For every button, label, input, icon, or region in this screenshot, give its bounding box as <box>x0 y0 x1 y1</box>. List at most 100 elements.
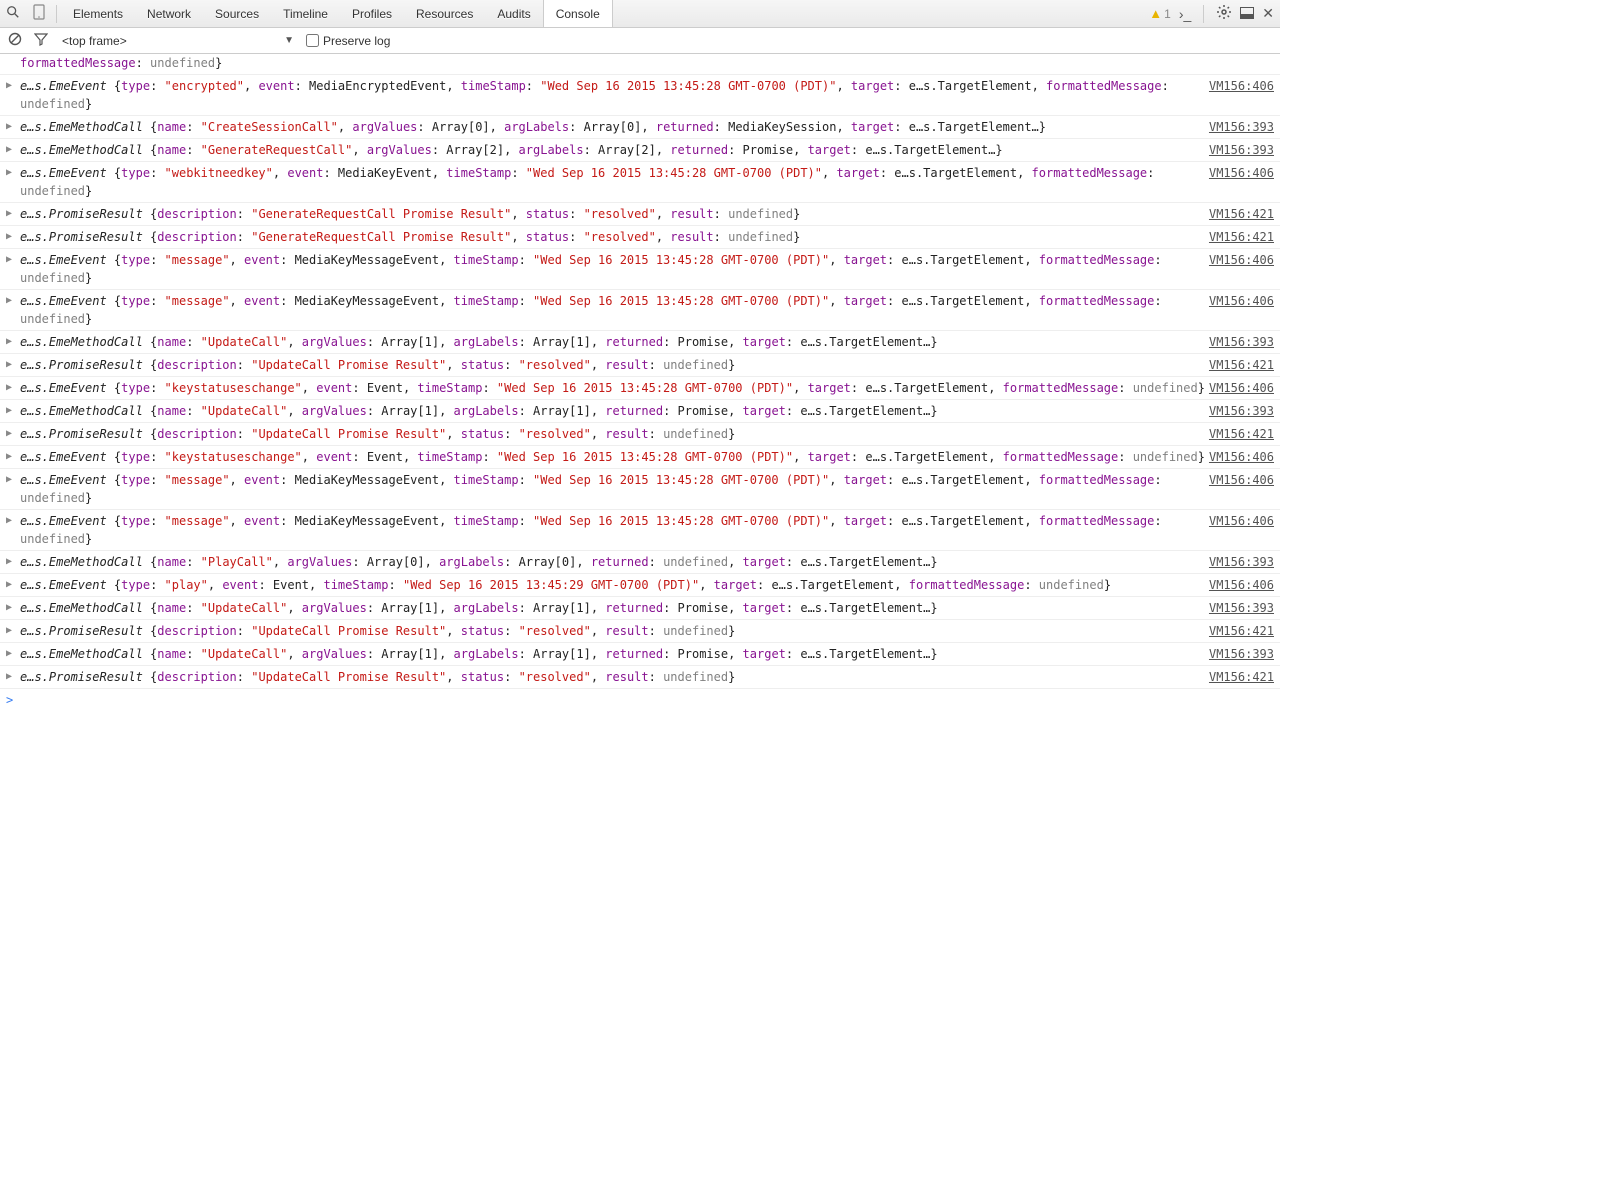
console-row: VM156:421▶e…s.PromiseResult {description… <box>0 666 1280 689</box>
frame-selector[interactable]: <top frame> ▼ <box>58 34 298 48</box>
console-row: VM156:393▶e…s.EmeMethodCall {name: "Crea… <box>0 116 1280 139</box>
expand-icon[interactable]: ▶ <box>6 425 12 443</box>
console-row: VM156:406▶e…s.EmeEvent {type: "message",… <box>0 249 1280 290</box>
close-icon[interactable]: ✕ <box>1262 5 1274 22</box>
source-link[interactable]: VM156:393 <box>1209 553 1274 571</box>
warning-count: 1 <box>1164 7 1171 21</box>
tab-timeline[interactable]: Timeline <box>271 0 340 27</box>
source-link[interactable]: VM156:406 <box>1209 251 1274 269</box>
console-row: VM156:421▶e…s.PromiseResult {description… <box>0 226 1280 249</box>
expand-icon[interactable]: ▶ <box>6 205 12 223</box>
console-row: VM156:406▶e…s.EmeEvent {type: "message",… <box>0 290 1280 331</box>
expand-icon[interactable]: ▶ <box>6 448 12 466</box>
preserve-log-input[interactable] <box>306 34 319 47</box>
console-row: VM156:393▶e…s.EmeMethodCall {name: "Gene… <box>0 139 1280 162</box>
console-row: formattedMessage: undefined} <box>0 54 1280 75</box>
source-link[interactable]: VM156:421 <box>1209 205 1274 223</box>
console-row: VM156:406▶e…s.EmeEvent {type: "message",… <box>0 510 1280 551</box>
tab-console[interactable]: Console <box>543 0 613 27</box>
source-link[interactable]: VM156:406 <box>1209 471 1274 489</box>
filter-icon[interactable] <box>32 32 50 49</box>
source-link[interactable]: VM156:393 <box>1209 118 1274 136</box>
source-link[interactable]: VM156:406 <box>1209 512 1274 530</box>
panel-tabs: ElementsNetworkSourcesTimelineProfilesRe… <box>61 0 1143 27</box>
source-link[interactable]: VM156:406 <box>1209 379 1274 397</box>
source-link[interactable]: VM156:406 <box>1209 292 1274 310</box>
tab-network[interactable]: Network <box>135 0 203 27</box>
console-row: VM156:406▶e…s.EmeEvent {type: "keystatus… <box>0 377 1280 400</box>
source-link[interactable]: VM156:421 <box>1209 228 1274 246</box>
console-output: formattedMessage: undefined}VM156:406▶e…… <box>0 54 1280 689</box>
console-prompt-icon[interactable]: ›_ <box>1179 6 1191 22</box>
clear-console-icon[interactable] <box>6 32 24 49</box>
console-row: VM156:393▶e…s.EmeMethodCall {name: "Upda… <box>0 643 1280 666</box>
console-row: VM156:406▶e…s.EmeEvent {type: "encrypted… <box>0 75 1280 116</box>
expand-icon[interactable]: ▶ <box>6 251 12 269</box>
frame-selector-label: <top frame> <box>62 34 127 48</box>
expand-icon[interactable]: ▶ <box>6 599 12 617</box>
preserve-log-checkbox[interactable]: Preserve log <box>306 34 390 48</box>
source-link[interactable]: VM156:406 <box>1209 576 1274 594</box>
source-link[interactable]: VM156:406 <box>1209 164 1274 182</box>
warning-icon: ▲ <box>1149 6 1162 21</box>
source-link[interactable]: VM156:393 <box>1209 402 1274 420</box>
console-row: VM156:406▶e…s.EmeEvent {type: "webkitnee… <box>0 162 1280 203</box>
expand-icon[interactable]: ▶ <box>6 622 12 640</box>
source-link[interactable]: VM156:421 <box>1209 425 1274 443</box>
console-row: VM156:421▶e…s.PromiseResult {description… <box>0 203 1280 226</box>
source-link[interactable]: VM156:421 <box>1209 668 1274 686</box>
expand-icon[interactable]: ▶ <box>6 118 12 136</box>
expand-icon[interactable]: ▶ <box>6 402 12 420</box>
expand-icon[interactable]: ▶ <box>6 668 12 686</box>
expand-icon[interactable]: ▶ <box>6 228 12 246</box>
separator <box>1203 5 1204 23</box>
tab-audits[interactable]: Audits <box>485 0 542 27</box>
source-link[interactable]: VM156:393 <box>1209 645 1274 663</box>
console-row: VM156:393▶e…s.EmeMethodCall {name: "Upda… <box>0 597 1280 620</box>
expand-icon[interactable]: ▶ <box>6 553 12 571</box>
source-link[interactable]: VM156:421 <box>1209 622 1274 640</box>
devtools-toolbar: ElementsNetworkSourcesTimelineProfilesRe… <box>0 0 1280 28</box>
device-icon[interactable] <box>26 4 52 23</box>
settings-icon[interactable] <box>1216 4 1232 23</box>
console-row: VM156:421▶e…s.PromiseResult {description… <box>0 620 1280 643</box>
expand-icon[interactable]: ▶ <box>6 645 12 663</box>
expand-icon[interactable]: ▶ <box>6 333 12 351</box>
console-row: VM156:406▶e…s.EmeEvent {type: "message",… <box>0 469 1280 510</box>
chevron-down-icon: ▼ <box>284 35 294 46</box>
expand-icon[interactable]: ▶ <box>6 471 12 489</box>
expand-icon[interactable]: ▶ <box>6 356 12 374</box>
console-row: VM156:406▶e…s.EmeEvent {type: "keystatus… <box>0 446 1280 469</box>
preserve-log-label: Preserve log <box>323 34 390 48</box>
console-row: VM156:393▶e…s.EmeMethodCall {name: "Play… <box>0 551 1280 574</box>
console-prompt[interactable]: > <box>0 689 1280 711</box>
expand-icon[interactable]: ▶ <box>6 512 12 530</box>
source-link[interactable]: VM156:406 <box>1209 77 1274 95</box>
expand-icon[interactable]: ▶ <box>6 77 12 95</box>
console-subbar: <top frame> ▼ Preserve log <box>0 28 1280 54</box>
expand-icon[interactable]: ▶ <box>6 576 12 594</box>
dock-icon[interactable] <box>1240 6 1254 22</box>
source-link[interactable]: VM156:406 <box>1209 448 1274 466</box>
tab-elements[interactable]: Elements <box>61 0 135 27</box>
expand-icon[interactable]: ▶ <box>6 292 12 310</box>
console-row: VM156:393▶e…s.EmeMethodCall {name: "Upda… <box>0 400 1280 423</box>
toolbar-right: ▲ 1 ›_ ✕ <box>1143 4 1280 23</box>
expand-icon[interactable]: ▶ <box>6 379 12 397</box>
tab-sources[interactable]: Sources <box>203 0 271 27</box>
warning-badge[interactable]: ▲ 1 <box>1149 6 1171 21</box>
source-link[interactable]: VM156:421 <box>1209 356 1274 374</box>
source-link[interactable]: VM156:393 <box>1209 333 1274 351</box>
expand-icon[interactable]: ▶ <box>6 141 12 159</box>
source-link[interactable]: VM156:393 <box>1209 599 1274 617</box>
console-row: VM156:421▶e…s.PromiseResult {description… <box>0 423 1280 446</box>
expand-icon[interactable]: ▶ <box>6 164 12 182</box>
separator <box>56 5 57 23</box>
console-row: VM156:406▶e…s.EmeEvent {type: "play", ev… <box>0 574 1280 597</box>
console-row: VM156:393▶e…s.EmeMethodCall {name: "Upda… <box>0 331 1280 354</box>
console-row: VM156:421▶e…s.PromiseResult {description… <box>0 354 1280 377</box>
search-icon[interactable] <box>0 5 26 22</box>
tab-profiles[interactable]: Profiles <box>340 0 404 27</box>
source-link[interactable]: VM156:393 <box>1209 141 1274 159</box>
tab-resources[interactable]: Resources <box>404 0 485 27</box>
